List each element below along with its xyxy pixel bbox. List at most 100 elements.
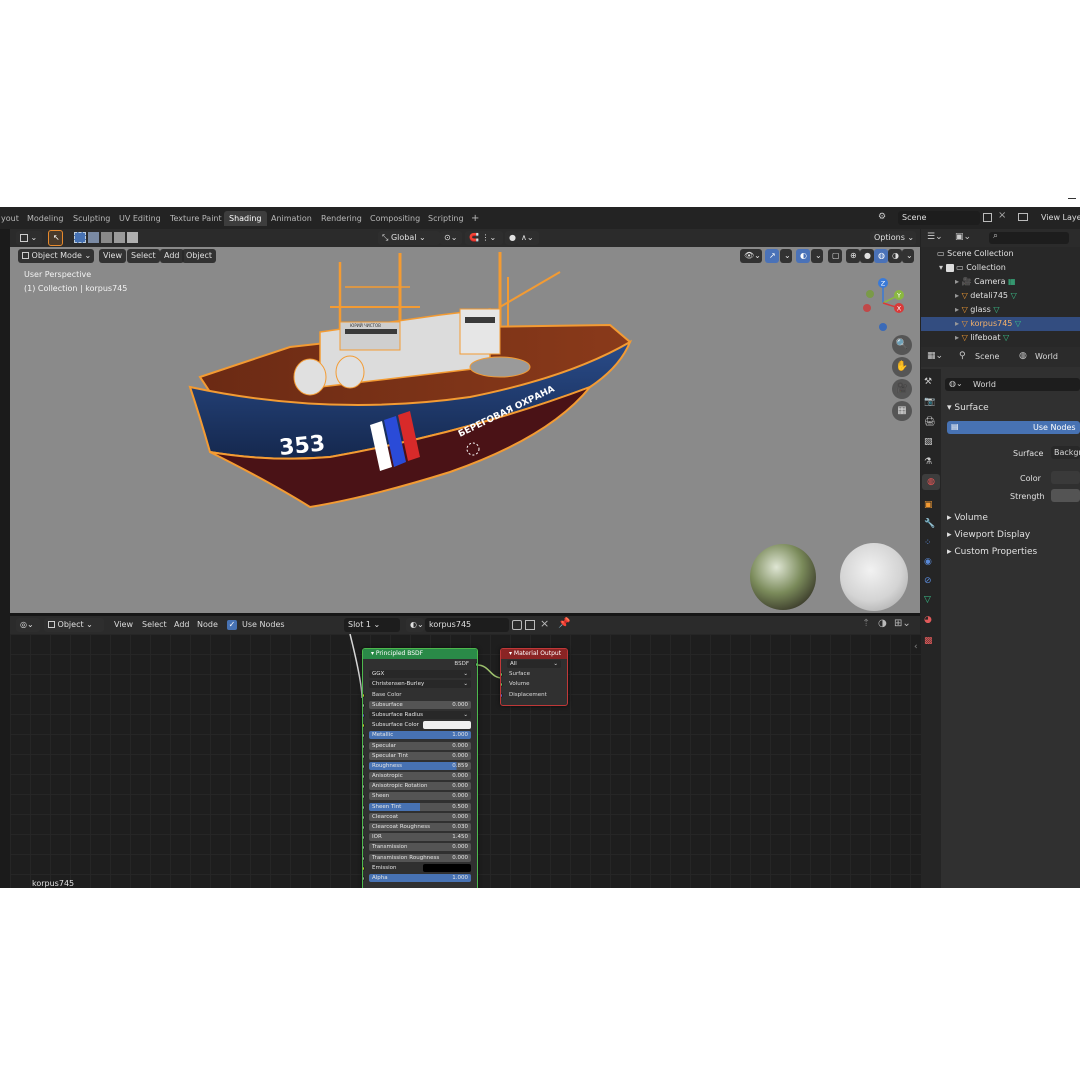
shading-dropdown[interactable]: ⌄	[902, 249, 914, 263]
mesh-data-icon[interactable]: ▽	[991, 305, 999, 314]
node-editor-canvas[interactable]: ▾ Principled BSDF BSDF GGX ⌄ Christensen-…	[10, 634, 940, 888]
bsdf-input-field[interactable]: Subsurface Color	[369, 721, 471, 730]
bsdf-input-socket[interactable]	[363, 825, 365, 830]
view-layer-selector[interactable]: View Layer	[1037, 211, 1080, 225]
world-datablock-field[interactable]: ◍⌄ World	[945, 378, 1080, 391]
bsdf-output-socket[interactable]	[475, 662, 477, 667]
node-menu-add[interactable]: Add	[170, 618, 194, 632]
slot-dropdown[interactable]: Slot 1 ⌄	[344, 618, 400, 632]
bsdf-input-socket[interactable]	[363, 804, 365, 810]
tab-sculpting[interactable]: Sculpting	[68, 211, 115, 226]
bsdf-input-field[interactable]: Clearcoat 0.000	[369, 812, 471, 821]
mode-selector[interactable]: Object Mode ⌄	[18, 249, 94, 263]
view-object-types-icon[interactable]: 👁⌄	[740, 249, 762, 263]
bsdf-input-field[interactable]: Specular Tint 0.000	[369, 751, 471, 760]
material-name-field[interactable]: korpus745	[425, 618, 509, 632]
solid-shading-icon[interactable]: ●	[860, 249, 874, 263]
bsdf-input-field[interactable]: Anisotropic 0.000	[369, 772, 471, 781]
surface-panel-header[interactable]: ▾ Surface	[947, 403, 989, 413]
bsdf-input-field[interactable]: Sheen 0.000	[369, 792, 471, 801]
use-nodes-checkbox[interactable]: ✓	[227, 620, 237, 630]
tab-compositing[interactable]: Compositing	[365, 211, 425, 226]
transform-orientation-dropdown[interactable]: ⤡ Global ⌄	[378, 231, 440, 245]
material-output-node[interactable]: ▾ Material Output All ⌄ Surface Volume Di…	[500, 648, 568, 706]
bsdf-input-field[interactable]: Emission	[369, 863, 471, 872]
xray-toggle-icon[interactable]: ▢	[828, 249, 842, 263]
overlays-dropdown[interactable]: ⌄	[811, 249, 823, 263]
collection-checkbox[interactable]	[945, 263, 954, 272]
tab-layout[interactable]: yout	[0, 211, 24, 226]
surface-shader-field[interactable]: Backgr	[1051, 446, 1080, 459]
ship-model[interactable]: ЮРИЙ ЧИСТОВ 353 БЕРЕГОВАЯ ОХРАНА	[170, 247, 650, 547]
select-tool-icon[interactable]: ↖	[48, 230, 63, 246]
gizmo-neg-y-icon[interactable]	[866, 290, 874, 298]
expand-arrow-icon[interactable]: ▾	[939, 263, 946, 272]
bsdf-input-socket[interactable]	[363, 835, 365, 841]
bsdf-input-socket[interactable]	[363, 743, 365, 749]
properties-editor-type-icon[interactable]: ▦⌄	[927, 351, 943, 361]
subsurface-method-dropdown[interactable]: Christensen-Burley ⌄	[369, 680, 471, 689]
strength-field[interactable]	[1051, 489, 1080, 502]
backdrop-icon[interactable]: ◑	[878, 618, 887, 629]
custom-properties-panel-header[interactable]: ▸ Custom Properties	[947, 547, 1037, 557]
sidebar-toggle-icon[interactable]: ‹	[914, 642, 918, 652]
bsdf-input-field[interactable]: Metallic 1.000	[369, 731, 471, 740]
select-intersect-icon[interactable]	[127, 232, 138, 243]
tab-animation[interactable]: Animation	[266, 211, 317, 226]
bsdf-input-socket[interactable]	[363, 784, 365, 790]
collection-row[interactable]: ▾ ▭ Collection	[921, 261, 1080, 275]
gizmo-neg-z-icon[interactable]	[879, 323, 887, 331]
navigation-gizmo[interactable]: Z Y X	[855, 275, 915, 335]
outliner-item[interactable]: ▸ ▽ korpus745 ▽	[921, 317, 1080, 331]
outliner-item[interactable]: ▸ 🎥 Camera ▦	[921, 275, 1080, 289]
material-preview-shading-icon[interactable]: ◍	[874, 249, 888, 263]
select-extend-icon[interactable]	[88, 232, 99, 243]
output-node-header[interactable]: ▾ Material Output	[501, 649, 567, 659]
bsdf-input-socket[interactable]	[363, 712, 365, 718]
snap-button[interactable]: 🧲 ⋮⌄	[465, 231, 503, 245]
select-subtract-icon[interactable]	[101, 232, 112, 243]
bsdf-input-socket[interactable]	[363, 763, 365, 769]
scene-icon[interactable]: ⚙	[878, 212, 890, 223]
particles-tab-icon[interactable]: ⁘	[924, 538, 932, 548]
fake-user-shield-icon[interactable]	[512, 620, 522, 630]
bsdf-input-socket[interactable]	[363, 875, 365, 881]
bsdf-input-field[interactable]: Specular 0.000	[369, 741, 471, 750]
tool-tab-icon[interactable]: ⚒	[924, 377, 932, 387]
bsdf-input-field[interactable]: Anisotropic Rotation 0.000	[369, 782, 471, 791]
rendered-shading-icon[interactable]: ◑	[888, 249, 902, 263]
bsdf-input-socket[interactable]	[363, 865, 365, 871]
bsdf-node-header[interactable]: ▾ Principled BSDF	[363, 649, 477, 659]
tab-modeling[interactable]: Modeling	[22, 211, 68, 226]
snap-node-icon[interactable]: ⊞⌄	[894, 618, 911, 629]
modifier-tab-icon[interactable]: 🔧	[924, 519, 935, 529]
3d-viewport[interactable]: Object Mode ⌄ View Select Add Object 👁⌄ …	[10, 247, 920, 613]
mesh-data-icon[interactable]: ▽	[1012, 319, 1021, 328]
bsdf-input-socket[interactable]	[363, 774, 365, 780]
tab-shading[interactable]: Shading	[224, 211, 267, 226]
gizmo-dropdown[interactable]: ⌄	[780, 249, 792, 263]
data-tab-icon[interactable]: ▽	[924, 595, 931, 605]
display-mode-icon[interactable]: ▣⌄	[955, 232, 971, 242]
bsdf-input-socket[interactable]	[363, 753, 365, 759]
volume-socket[interactable]	[501, 682, 503, 688]
outliner-item[interactable]: ▸ ▽ detali745 ▽	[921, 289, 1080, 303]
tab-uv-editing[interactable]: UV Editing	[114, 211, 166, 226]
camera-data-icon[interactable]: ▦	[1005, 277, 1016, 286]
object-tab-icon[interactable]: ▣	[924, 500, 933, 510]
menu-view[interactable]: View	[99, 249, 126, 263]
bsdf-input-field[interactable]: Roughness 0.859	[369, 761, 471, 770]
scene-collection-row[interactable]: ▭ Scene Collection	[921, 247, 1080, 261]
bsdf-input-field[interactable]: Sheen Tint 0.500	[369, 802, 471, 811]
tab-texture-paint[interactable]: Texture Paint	[165, 211, 227, 226]
tab-scripting[interactable]: Scripting	[423, 211, 469, 226]
outliner-search-input[interactable]: ⌕	[989, 231, 1069, 244]
bsdf-input-socket[interactable]	[363, 723, 365, 729]
parent-node-tree-icon[interactable]: ⇡	[862, 618, 870, 629]
displacement-socket[interactable]	[501, 692, 503, 698]
tab-rendering[interactable]: Rendering	[316, 211, 367, 226]
world-browse-icon[interactable]: ◍⌄	[949, 379, 963, 388]
principled-bsdf-node[interactable]: ▾ Principled BSDF BSDF GGX ⌄ Christensen-…	[362, 648, 478, 888]
options-dropdown[interactable]: Options ⌄	[870, 231, 916, 245]
copy-scene-icon[interactable]	[983, 213, 992, 222]
